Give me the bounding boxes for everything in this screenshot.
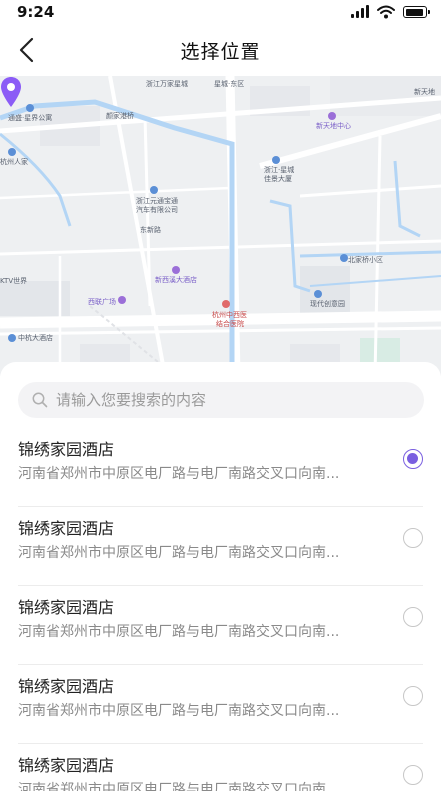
result-item[interactable]: 锦绣家园酒店 河南省郑州市中原区电厂路与电厂南路交叉口向南... bbox=[0, 665, 441, 744]
status-time: 9:24 bbox=[17, 3, 55, 21]
map-poi-icon bbox=[150, 186, 158, 194]
map-label: 北家桥小区 bbox=[348, 256, 383, 264]
result-item[interactable]: 锦绣家园酒店 河南省郑州市中原区电厂路与电厂南路交叉口向南... bbox=[0, 507, 441, 586]
signal-icon bbox=[351, 5, 371, 18]
map-label: 星城·东区 bbox=[214, 80, 245, 88]
map-label: 杭州人家 bbox=[0, 158, 28, 166]
result-name: 锦绣家园酒店 bbox=[18, 519, 115, 538]
map-poi-icon bbox=[340, 254, 348, 262]
map-label: 浙江·星城 bbox=[264, 166, 295, 174]
map-label: 东新路 bbox=[140, 226, 161, 234]
result-item[interactable]: 锦绣家园酒店 河南省郑州市中原区电厂路与电厂南路交叉口向南... bbox=[0, 586, 441, 665]
map-poi-icon bbox=[222, 300, 230, 308]
map-label: 颜家港桥 bbox=[106, 112, 134, 120]
map-label: KTV世界 bbox=[0, 277, 28, 285]
result-address: 河南省郑州市中原区电厂路与电厂南路交叉口向南... bbox=[18, 782, 340, 791]
result-name: 锦绣家园酒店 bbox=[18, 440, 115, 459]
map-label: 新天地中心 bbox=[316, 122, 351, 130]
result-item[interactable]: 锦绣家园酒店 河南省郑州市中原区电厂路与电厂南路交叉口向南... bbox=[0, 428, 441, 507]
map-label: 汽车有限公司 bbox=[136, 206, 178, 214]
map-label: 佳景大厦 bbox=[264, 175, 292, 183]
result-address: 河南省郑州市中原区电厂路与电厂南路交叉口向南... bbox=[18, 466, 340, 482]
status-icons bbox=[347, 5, 430, 19]
result-address: 河南省郑州市中原区电厂路与电厂南路交叉口向南... bbox=[18, 703, 340, 719]
page-title: 选择位置 bbox=[180, 41, 261, 63]
map-label: 中杭大酒店 bbox=[18, 334, 53, 342]
status-bar: 9:24 bbox=[0, 0, 441, 24]
search-icon bbox=[32, 392, 48, 408]
radio-unchecked-icon[interactable] bbox=[403, 607, 423, 627]
map-label: 通盛·星界公寓 bbox=[8, 114, 53, 122]
result-item[interactable]: 锦绣家园酒店 河南省郑州市中原区电厂路与电厂南路交叉口向南... bbox=[0, 744, 441, 791]
location-pin-icon[interactable] bbox=[0, 76, 22, 108]
map-roads bbox=[0, 76, 441, 376]
map-poi-icon bbox=[272, 156, 280, 164]
wifi-icon bbox=[377, 5, 395, 19]
map-label: 新天地 bbox=[414, 88, 435, 96]
radio-checked-icon[interactable] bbox=[403, 449, 423, 469]
map-poi-icon bbox=[8, 334, 16, 342]
nav-bar: 选择位置 bbox=[0, 24, 441, 76]
radio-unchecked-icon[interactable] bbox=[403, 765, 423, 785]
search-input[interactable] bbox=[56, 382, 416, 418]
radio-unchecked-icon[interactable] bbox=[403, 686, 423, 706]
result-name: 锦绣家园酒店 bbox=[18, 677, 115, 696]
map-view[interactable]: 浙江万家星城 星城·东区 新天地 通盛·星界公寓 颜家港桥 新天地中心 浙江·星… bbox=[0, 76, 441, 376]
result-address: 河南省郑州市中原区电厂路与电厂南路交叉口向南... bbox=[18, 624, 340, 640]
map-poi-icon bbox=[172, 266, 180, 274]
map-label: 杭州中西医 bbox=[212, 311, 247, 319]
result-name: 锦绣家园酒店 bbox=[18, 598, 115, 617]
map-label: 西联广场 bbox=[88, 298, 116, 306]
search-box[interactable] bbox=[18, 382, 424, 418]
map-poi-icon bbox=[314, 290, 322, 298]
map-poi-icon bbox=[26, 104, 34, 112]
map-label: 新西溪大酒店 bbox=[155, 276, 197, 284]
map-label: 浙江万家星城 bbox=[146, 80, 188, 88]
radio-unchecked-icon[interactable] bbox=[403, 528, 423, 548]
map-poi-icon bbox=[328, 112, 336, 120]
map-label: 结合医院 bbox=[216, 320, 244, 328]
result-list: 锦绣家园酒店 河南省郑州市中原区电厂路与电厂南路交叉口向南... 锦绣家园酒店 … bbox=[0, 428, 441, 791]
location-sheet: 锦绣家园酒店 河南省郑州市中原区电厂路与电厂南路交叉口向南... 锦绣家园酒店 … bbox=[0, 362, 441, 791]
battery-icon bbox=[403, 6, 430, 18]
result-name: 锦绣家园酒店 bbox=[18, 756, 115, 775]
map-label: 浙江元通宝通 bbox=[136, 197, 178, 205]
map-label: 现代创意园 bbox=[310, 300, 345, 308]
result-address: 河南省郑州市中原区电厂路与电厂南路交叉口向南... bbox=[18, 545, 340, 561]
map-poi-icon bbox=[8, 148, 16, 156]
map-poi-icon bbox=[118, 296, 126, 304]
